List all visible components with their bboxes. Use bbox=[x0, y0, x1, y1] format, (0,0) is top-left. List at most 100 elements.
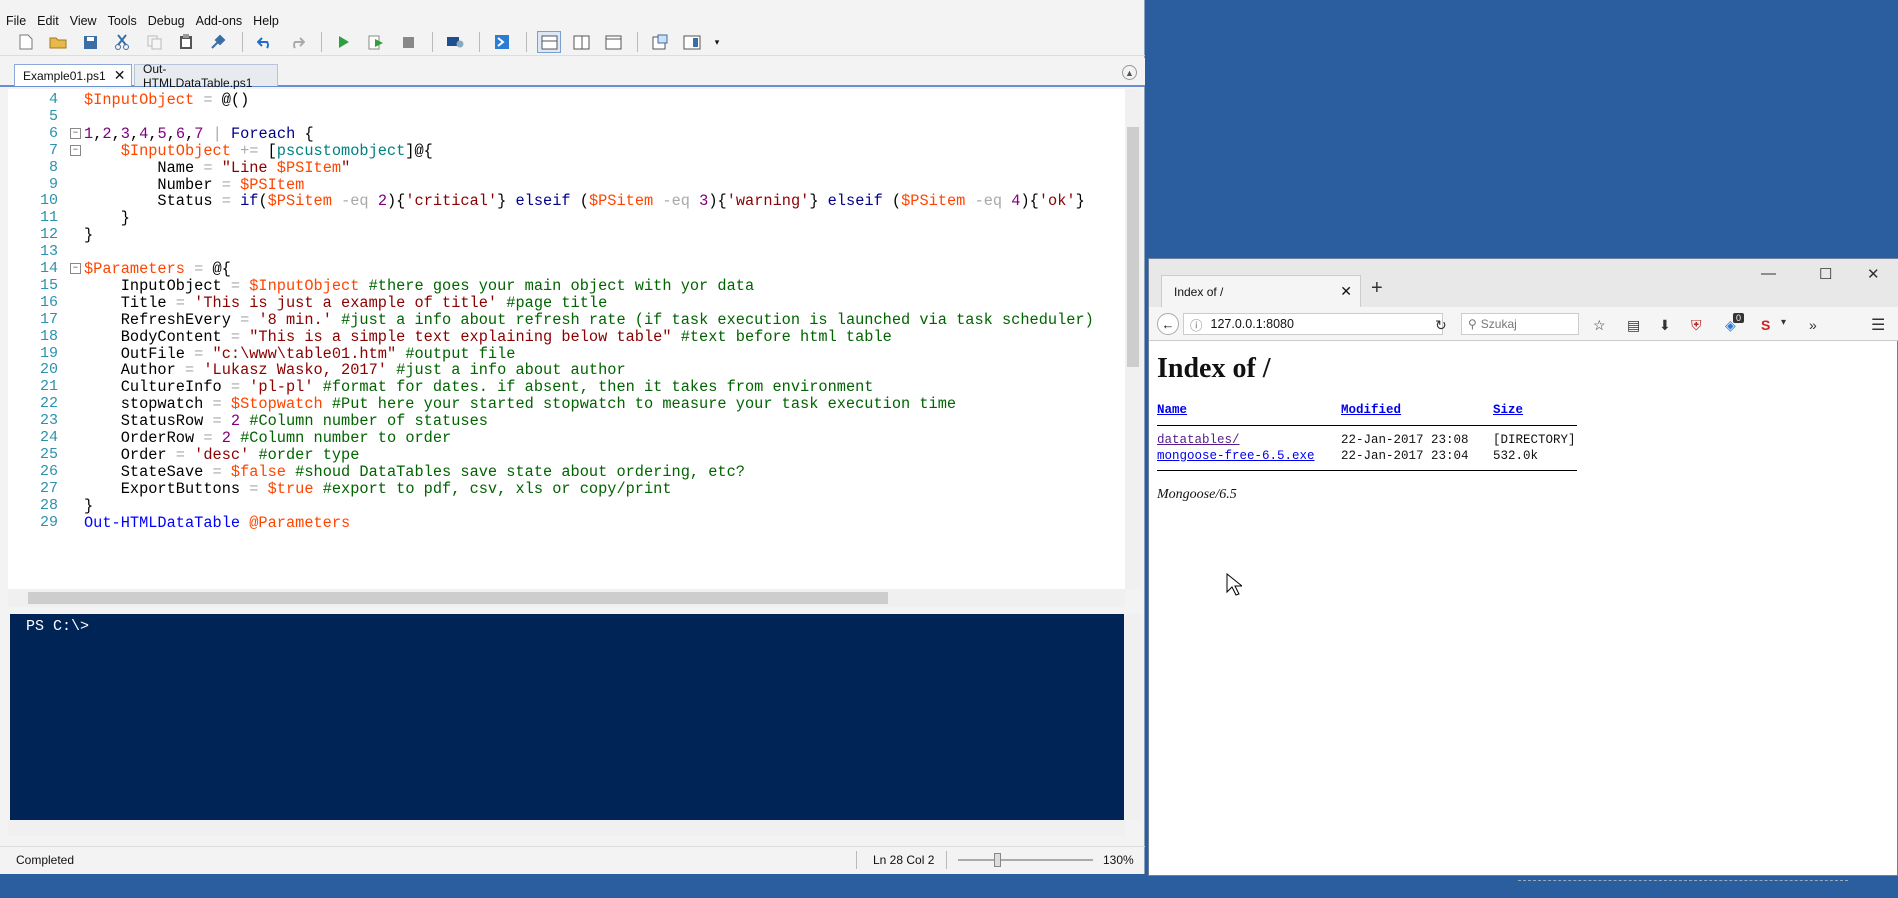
cut-icon[interactable] bbox=[110, 31, 134, 53]
collapse-script-pane-icon[interactable]: ▲ bbox=[1122, 65, 1137, 80]
search-icon: ⚲ bbox=[1468, 317, 1477, 331]
code-line: } bbox=[84, 209, 130, 228]
line-number: 19 bbox=[39, 344, 58, 362]
toolbar-overflow-icon[interactable]: ▾ bbox=[712, 31, 722, 53]
new-file-icon[interactable] bbox=[14, 31, 38, 53]
browser-tab[interactable]: Index of / ✕ bbox=[1161, 275, 1361, 307]
line-number: 4 bbox=[48, 91, 58, 108]
modified-cell: 22-Jan-2017 23:04 bbox=[1341, 449, 1469, 463]
menu-addons[interactable]: Add-ons bbox=[196, 14, 243, 28]
library-icon[interactable]: ▤ bbox=[1627, 317, 1640, 334]
mouse-cursor-icon bbox=[1226, 573, 1242, 596]
divider bbox=[1157, 470, 1577, 471]
maximize-icon[interactable]: ☐ bbox=[1819, 265, 1832, 283]
size-cell: 532.0k bbox=[1493, 449, 1539, 463]
tab-out-htmldatatable[interactable]: Out-HTMLDataTable.ps1 bbox=[134, 62, 278, 90]
editor-horizontal-scrollbar[interactable] bbox=[8, 589, 1125, 607]
remote-powershell-icon[interactable] bbox=[443, 31, 467, 53]
info-icon[interactable]: ⓘ bbox=[1190, 315, 1203, 334]
bookmark-star-icon[interactable]: ☆ bbox=[1593, 317, 1606, 334]
close-icon[interactable]: ✕ bbox=[114, 67, 126, 84]
tab-label: Out-HTMLDataTable.ps1 bbox=[143, 61, 253, 90]
browser-window: Index of / ✕ + — ☐ ✕ ← ⓘ 127.0.0.1:8080 … bbox=[1148, 258, 1898, 876]
open-folder-icon[interactable] bbox=[46, 31, 70, 53]
script-editor[interactable]: 4 $InputObject = @() 5 6−1,2,3,4,5,6,7 | Fo… bbox=[8, 89, 1125, 589]
redo-icon[interactable] bbox=[285, 31, 309, 53]
undo-icon[interactable] bbox=[253, 31, 277, 53]
sort-name-link[interactable]: Name bbox=[1157, 403, 1187, 417]
file-link[interactable]: mongoose-free-6.5.exe bbox=[1157, 449, 1315, 463]
show-script-maximized-icon[interactable] bbox=[601, 31, 625, 53]
menu-file[interactable]: File bbox=[6, 14, 26, 28]
scroll-thumb[interactable] bbox=[28, 592, 888, 604]
column-header: Size bbox=[1493, 403, 1586, 419]
line-number: 21 bbox=[39, 378, 58, 396]
browser-tab-title: Index of / bbox=[1174, 284, 1224, 299]
table-row: datatables/ 22-Jan-2017 23:08 [DIRECTORY… bbox=[1157, 432, 1586, 448]
scroll-thumb[interactable] bbox=[1127, 127, 1139, 367]
copy-icon[interactable] bbox=[142, 31, 166, 53]
ublock-icon[interactable]: ⛨ bbox=[1691, 317, 1702, 334]
sort-size-link[interactable]: Size bbox=[1493, 403, 1523, 417]
line-number: 24 bbox=[39, 429, 58, 446]
listing-header: Name Modified Size bbox=[1157, 403, 1586, 419]
code-line: OutFile = "c:\www\table01.htm" #output f… bbox=[84, 344, 516, 363]
script-tabs: Example01.ps1 ✕ Out-HTMLDataTable.ps1 ▲ bbox=[0, 58, 1145, 90]
new-tab-icon[interactable]: + bbox=[1371, 277, 1383, 300]
code-line: InputObject = $InputObject #there goes y… bbox=[84, 276, 755, 295]
modified-cell: 22-Jan-2017 23:08 bbox=[1341, 433, 1469, 447]
s-extension-icon[interactable]: S bbox=[1761, 317, 1770, 333]
zoom-slider-thumb[interactable] bbox=[994, 853, 1001, 867]
download-icon[interactable]: ⬇ bbox=[1659, 317, 1671, 334]
hamburger-menu-icon[interactable]: ☰ bbox=[1871, 315, 1885, 335]
fold-toggle-icon[interactable]: − bbox=[70, 144, 81, 156]
menu-help[interactable]: Help bbox=[253, 14, 279, 28]
search-input[interactable]: ⚲ Szukaj bbox=[1461, 313, 1579, 335]
divider bbox=[1157, 425, 1577, 426]
console-pane[interactable]: PS C:\> bbox=[10, 614, 1124, 820]
fold-toggle-icon[interactable]: − bbox=[70, 263, 81, 274]
stop-icon[interactable] bbox=[396, 31, 420, 53]
url-bar[interactable]: ⓘ 127.0.0.1:8080 bbox=[1183, 313, 1443, 335]
console-horizontal-scrollbar[interactable] bbox=[8, 820, 1125, 836]
close-icon[interactable]: ✕ bbox=[1340, 283, 1352, 300]
file-link[interactable]: datatables/ bbox=[1157, 433, 1240, 447]
fold-toggle-icon[interactable]: − bbox=[70, 127, 81, 139]
menu-tools[interactable]: Tools bbox=[108, 14, 137, 28]
clear-icon[interactable] bbox=[206, 31, 230, 53]
save-icon[interactable] bbox=[78, 31, 102, 53]
menu-view[interactable]: View bbox=[70, 14, 97, 28]
overflow-icon[interactable]: » bbox=[1809, 317, 1817, 333]
reload-icon[interactable]: ↻ bbox=[1435, 317, 1447, 334]
back-icon[interactable]: ← bbox=[1157, 313, 1179, 335]
code-line: $InputObject = @() bbox=[84, 91, 250, 109]
powershell-console-icon[interactable] bbox=[490, 31, 514, 53]
menu-debug[interactable]: Debug bbox=[148, 14, 185, 28]
table-row: mongoose-free-6.5.exe 22-Jan-2017 23:04 … bbox=[1157, 448, 1586, 464]
editor-vertical-scrollbar[interactable] bbox=[1125, 89, 1141, 589]
toolbar-separator bbox=[242, 32, 243, 52]
search-placeholder: Szukaj bbox=[1480, 317, 1517, 331]
column-header: Name bbox=[1157, 403, 1341, 419]
show-command-window-icon[interactable] bbox=[648, 31, 672, 53]
show-script-top-icon[interactable] bbox=[537, 31, 561, 53]
browser-navbar: ← ⓘ 127.0.0.1:8080 ↻ ⚲ Szukaj ☆ ▤ ⬇ ⛨ ◈ … bbox=[1149, 307, 1898, 341]
line-number: 9 bbox=[48, 175, 58, 193]
console-vertical-scrollbar[interactable] bbox=[1125, 614, 1141, 820]
line-number: 7 bbox=[48, 141, 58, 159]
window-close-icon[interactable]: ✕ bbox=[1867, 265, 1880, 283]
zoom-slider[interactable] bbox=[958, 859, 1093, 861]
paste-icon[interactable] bbox=[174, 31, 198, 53]
minimize-icon[interactable]: — bbox=[1761, 265, 1776, 282]
tab-example01[interactable]: Example01.ps1 ✕ bbox=[14, 64, 132, 86]
show-command-addon-icon[interactable] bbox=[680, 31, 704, 53]
line-number: 22 bbox=[39, 395, 58, 413]
run-selection-icon[interactable] bbox=[364, 31, 388, 53]
code-line: OrderRow = 2 #Column number to order bbox=[84, 429, 452, 447]
chevron-down-icon[interactable]: ▾ bbox=[1781, 317, 1786, 328]
run-script-icon[interactable] bbox=[332, 31, 356, 53]
menu-edit[interactable]: Edit bbox=[37, 14, 59, 28]
sort-modified-link[interactable]: Modified bbox=[1341, 403, 1401, 417]
toolbar: ▾ bbox=[0, 29, 1145, 56]
show-script-right-icon[interactable] bbox=[569, 31, 593, 53]
